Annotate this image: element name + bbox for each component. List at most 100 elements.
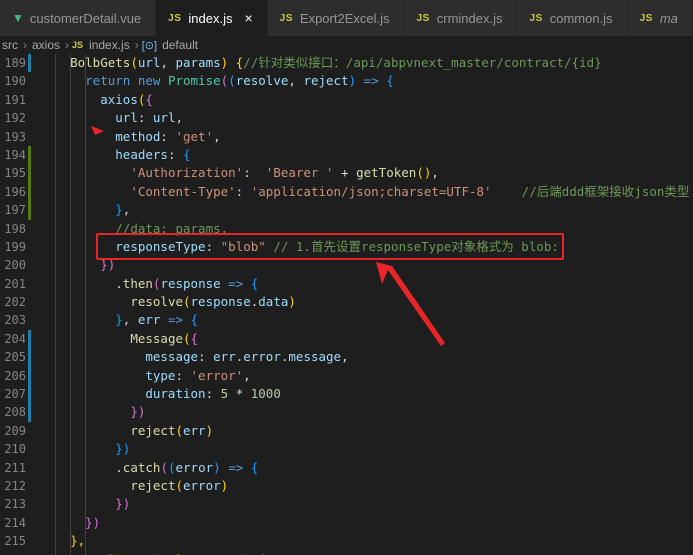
code-line[interactable]: 205 message: err.error.message, — [0, 348, 693, 367]
tab-ma[interactable]: JS ma — [627, 0, 693, 36]
tab-customerdetail-vue[interactable]: ▼ customerDetail.vue — [0, 0, 157, 36]
line-number: 214 — [4, 515, 26, 530]
code-token: , — [243, 367, 251, 383]
code-line[interactable]: 201 .then(response => { — [0, 275, 693, 293]
code-token: { — [250, 459, 259, 475]
code-line[interactable]: 197 }, — [0, 201, 693, 220]
tab-crmindex-js[interactable]: JS crmindex.js — [404, 0, 518, 36]
code-token: //针对类似接口：/api/abpvnext_master/contract/{… — [243, 55, 602, 70]
code-token: // BolbGets(url, params) { — [70, 552, 266, 555]
code-token: 'application/json;charset=UTF-8' — [250, 183, 492, 199]
close-icon[interactable]: × — [244, 10, 252, 26]
code-token: : — [160, 128, 176, 144]
code-token: } — [115, 202, 123, 218]
code-token: }) — [85, 514, 101, 530]
code-line[interactable]: 213 }) — [0, 495, 693, 513]
code-token: ( — [167, 459, 176, 475]
code-line[interactable]: 209 reject(err) — [0, 422, 693, 440]
code-token: }) — [115, 496, 131, 512]
code-token: url — [115, 110, 138, 126]
code-token: reject — [130, 422, 176, 438]
code-line[interactable]: 191 axios({ — [0, 91, 693, 109]
line-number: 195 — [4, 166, 26, 181]
code-line[interactable]: 206 type: 'error', — [0, 366, 693, 386]
git-change-marker — [28, 201, 31, 220]
code-line[interactable]: 202 resolve(response.data) — [0, 293, 693, 311]
code-line[interactable]: 215 }, — [0, 532, 693, 550]
tab-index-js[interactable]: JS index.js × — [156, 0, 268, 36]
code-line[interactable]: 210 }) — [0, 440, 693, 458]
breadcrumb-item-symbol[interactable]: default — [160, 38, 200, 52]
code-token: , — [341, 349, 349, 365]
code-token: , — [175, 110, 184, 126]
code-text: }, — [40, 532, 85, 550]
code-line[interactable]: 214 }) — [0, 514, 693, 532]
line-number: 191 — [4, 92, 26, 107]
code-line[interactable]: 196 'Content-Type': 'application/json;ch… — [0, 182, 693, 202]
code-line[interactable]: 200 }) — [0, 256, 693, 274]
code-line[interactable]: 207 duration: 5 * 1000 — [0, 385, 693, 404]
line-number: 209 — [4, 423, 26, 438]
code-line[interactable]: 199 responseType: "blob" // 1.首先设置respon… — [0, 238, 693, 256]
code-line[interactable]: 189 BolbGets(url, params) {//针对类似接口：/api… — [0, 54, 693, 73]
tab-export2excel-js[interactable]: JS Export2Excel.js — [267, 0, 405, 36]
code-token: method — [115, 128, 161, 144]
code-line[interactable]: 193 method: 'get', — [0, 128, 693, 146]
code-token: then — [122, 275, 153, 291]
code-line[interactable]: 212 reject(error) — [0, 477, 693, 495]
code-token: err — [183, 422, 206, 438]
code-line[interactable]: 203 }, err => { — [0, 311, 693, 329]
code-line[interactable]: 194 headers: { — [0, 145, 693, 165]
code-token: => — [356, 73, 387, 89]
code-token: return — [85, 73, 131, 89]
code-line[interactable]: 204 Message({ — [0, 329, 693, 349]
code-line[interactable]: 211 .catch((error) => { — [0, 459, 693, 477]
breadcrumb-item-file[interactable]: index.js — [87, 38, 132, 52]
code-line[interactable]: 192 url: url, — [0, 109, 693, 127]
line-number: 205 — [4, 350, 26, 365]
code-token: } — [115, 312, 123, 328]
code-text: .catch((error) => { — [40, 459, 258, 477]
breadcrumb-item-axios[interactable]: axios — [30, 38, 62, 52]
code-token: new — [137, 73, 161, 89]
code-token: : — [175, 367, 191, 383]
code-token: //后端ddd框架接收json类型 — [521, 183, 690, 199]
code-line[interactable]: 190 return new Promise((resolve, reject)… — [0, 72, 693, 90]
code-token: ( — [416, 165, 424, 181]
code-text: return new Promise((resolve, reject) => … — [40, 72, 394, 90]
code-editor[interactable]: 189 BolbGets(url, params) {//针对类似接口：/api… — [0, 54, 693, 555]
code-token: . — [40, 275, 123, 291]
code-text: resolve(response.data) — [40, 293, 296, 311]
breadcrumb-item-src[interactable]: src — [0, 38, 20, 52]
js-icon: JS — [529, 12, 543, 24]
code-line[interactable]: 195 'Authorization': 'Bearer ' + getToke… — [0, 164, 693, 183]
line-number: 193 — [4, 129, 26, 144]
code-token: data — [258, 294, 289, 310]
code-token: response — [190, 294, 251, 310]
line-number: 213 — [4, 497, 26, 512]
code-token: { — [228, 55, 244, 70]
code-token: 1000 — [250, 386, 281, 402]
code-token: }, — [70, 533, 86, 549]
line-number: 198 — [4, 221, 26, 236]
code-line[interactable]: 208 }) — [0, 403, 693, 422]
code-text: }) — [40, 440, 130, 458]
code-text: Message({ — [40, 330, 198, 348]
code-token: : — [198, 349, 214, 365]
tab-common-js[interactable]: JS common.js — [517, 0, 628, 36]
line-number: 208 — [4, 405, 26, 420]
code-text: }) — [40, 514, 100, 532]
code-line[interactable]: 216 // BolbGets(url, params) { — [0, 551, 693, 555]
code-line[interactable]: 198 //data: params, — [0, 220, 693, 238]
